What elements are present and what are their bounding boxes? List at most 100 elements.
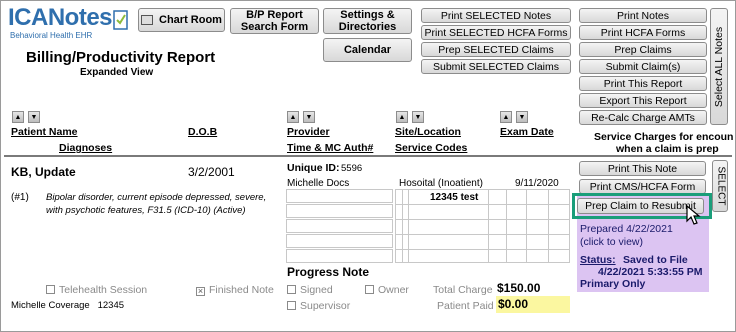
logo-tagline: Behavioral Health EHR: [10, 31, 93, 40]
print-this-note-button[interactable]: Print This Note: [579, 161, 706, 176]
unique-id-value: 5596: [341, 163, 363, 174]
prep-claim-resubmit-button[interactable]: Prep Claim to Resubmit: [577, 198, 704, 214]
recalc-charge-label: Re-Calc Charge AMTs: [591, 111, 695, 124]
telehealth-label: Telehealth Session: [59, 284, 148, 296]
supervisor-label: Supervisor: [300, 300, 351, 312]
prep-selected-claims-label: Prep SELECTED Claims: [438, 43, 554, 56]
sort-down-provider[interactable]: ▼: [303, 111, 315, 123]
sort-up-patient[interactable]: ▲: [12, 111, 24, 123]
chart-room-button[interactable]: Chart Room: [138, 8, 225, 32]
select-all-notes-button[interactable]: Select ALL Notes: [710, 8, 728, 125]
exam-date: 9/11/2020: [515, 178, 559, 189]
progress-note-label: Progress Note: [287, 265, 370, 279]
supervisor-checkbox[interactable]: Supervisor: [287, 300, 350, 312]
print-notes-button[interactable]: Print Notes: [579, 8, 707, 23]
prep-claims-button[interactable]: Prep Claims: [579, 42, 707, 57]
telehealth-checkbox[interactable]: Telehealth Session: [46, 284, 147, 296]
owner-checkbox-box[interactable]: [365, 285, 374, 294]
recalc-charge-button[interactable]: Re-Calc Charge AMTs: [579, 110, 707, 125]
col-service-codes: Service Codes: [395, 142, 468, 154]
coverage-text: Michelle Coverage 12345: [11, 300, 125, 311]
diagnosis-text: Bipolar disorder, current episode depres…: [46, 192, 267, 216]
settings-directories-button[interactable]: Settings & Directories: [323, 8, 412, 34]
print-cms-hcfa-button[interactable]: Print CMS/HCFA Form: [579, 179, 706, 194]
col-diagnoses: Diagnoses: [59, 142, 113, 154]
print-selected-notes-label: Print SELECTED Notes: [440, 9, 552, 22]
select-record-button[interactable]: SELECT: [712, 160, 728, 212]
export-this-report-label: Export This Report: [599, 94, 687, 107]
status-time: 4/22/2021 5:33:55 PM: [598, 266, 703, 278]
prep-claim-resubmit-label: Prep Claim to Resubmit: [585, 200, 696, 212]
service-code: 12345 test: [430, 192, 479, 203]
finished-note-label: Finished Note: [209, 284, 274, 296]
time-field-3[interactable]: [286, 219, 393, 233]
calendar-label: Calendar: [343, 44, 392, 56]
chart-room-icon: [141, 15, 154, 25]
supervisor-checkbox-box[interactable]: [287, 301, 296, 310]
signed-checkbox[interactable]: Signed: [287, 284, 333, 296]
sort-down-exam-date[interactable]: ▼: [516, 111, 528, 123]
service-charges-note-2: when a claim is prep: [616, 143, 719, 155]
patient-paid-label: Patient Paid: [437, 300, 494, 312]
time-field-1[interactable]: [286, 189, 393, 203]
logo-chart-icon: [113, 10, 128, 30]
status-label: Status:: [580, 254, 616, 266]
print-notes-label: Print Notes: [617, 9, 669, 22]
sort-down-site[interactable]: ▼: [412, 111, 424, 123]
owner-checkbox[interactable]: Owner: [365, 284, 409, 296]
patient-paid-value: $0.00: [498, 297, 529, 311]
print-this-note-label: Print This Note: [607, 162, 678, 175]
finished-note-checkbox-box[interactable]: ×: [196, 287, 205, 296]
patient-dob: 3/2/2001: [188, 165, 235, 179]
col-patient-name[interactable]: Patient Name: [11, 126, 78, 138]
patient-paid-field[interactable]: $0.00: [496, 296, 570, 313]
calendar-button[interactable]: Calendar: [323, 38, 412, 62]
mouse-cursor-icon: [686, 205, 701, 225]
prep-selected-claims-button[interactable]: Prep SELECTED Claims: [421, 42, 571, 57]
sort-up-exam-date[interactable]: ▲: [500, 111, 512, 123]
report-subtitle: Expanded View: [80, 67, 154, 78]
export-this-report-button[interactable]: Export This Report: [579, 93, 707, 108]
print-hcfa-forms-button[interactable]: Print HCFA Forms: [579, 25, 707, 40]
col-time-mc-auth: Time & MC Auth#: [287, 142, 374, 154]
bp-report-line2: Search Form: [240, 21, 309, 33]
col-exam-date[interactable]: Exam Date: [500, 126, 554, 138]
telehealth-checkbox-box[interactable]: [46, 285, 55, 294]
print-selected-hcfa-button[interactable]: Print SELECTED HCFA Forms: [421, 25, 571, 40]
print-hcfa-forms-label: Print HCFA Forms: [600, 26, 686, 39]
settings-line2: Directories: [338, 21, 397, 33]
submit-claims-button[interactable]: Submit Claim(s): [579, 59, 707, 74]
prepared-line1: Prepared 4/22/2021: [580, 223, 673, 235]
row-divider: [4, 155, 732, 157]
print-selected-hcfa-label: Print SELECTED HCFA Forms: [424, 26, 568, 39]
time-field-4[interactable]: [286, 234, 393, 248]
ican-logo: ICANotes Behavioral Health EHR: [8, 4, 132, 40]
sort-down-patient[interactable]: ▼: [28, 111, 40, 123]
time-field-5[interactable]: [286, 249, 393, 263]
signed-checkbox-box[interactable]: [287, 285, 296, 294]
print-this-report-button[interactable]: Print This Report: [579, 76, 707, 91]
prep-claims-label: Prep Claims: [614, 43, 672, 56]
submit-selected-claims-button[interactable]: Submit SELECTED Claims: [421, 59, 571, 74]
submit-claims-label: Submit Claim(s): [605, 60, 681, 73]
signed-label: Signed: [300, 284, 333, 296]
diagnosis-number: (#1): [11, 192, 29, 203]
sort-up-site[interactable]: ▲: [396, 111, 408, 123]
site-location: Hosoital (Inoatient): [399, 178, 483, 189]
time-field-2[interactable]: [286, 204, 393, 218]
service-code-grid[interactable]: 12345 test: [395, 189, 570, 263]
sort-up-provider[interactable]: ▲: [287, 111, 299, 123]
total-charge-value: $150.00: [497, 281, 541, 295]
finished-note-checkbox[interactable]: × Finished Note: [196, 284, 274, 296]
col-dob[interactable]: D.O.B: [188, 126, 217, 138]
logo-brand: ICANotes: [8, 4, 113, 31]
unique-id-label: Unique ID:: [287, 162, 340, 174]
bp-report-line1: B/P Report: [246, 9, 303, 21]
col-site-location[interactable]: Site/Location: [395, 126, 461, 138]
prepared-line2: (click to view): [580, 236, 644, 248]
print-selected-notes-button[interactable]: Print SELECTED Notes: [421, 8, 571, 23]
col-provider[interactable]: Provider: [287, 126, 330, 138]
bp-report-search-button[interactable]: B/P Report Search Form: [230, 8, 319, 34]
report-title: Billing/Productivity Report: [26, 49, 216, 66]
patient-name[interactable]: KB, Update: [11, 165, 76, 179]
